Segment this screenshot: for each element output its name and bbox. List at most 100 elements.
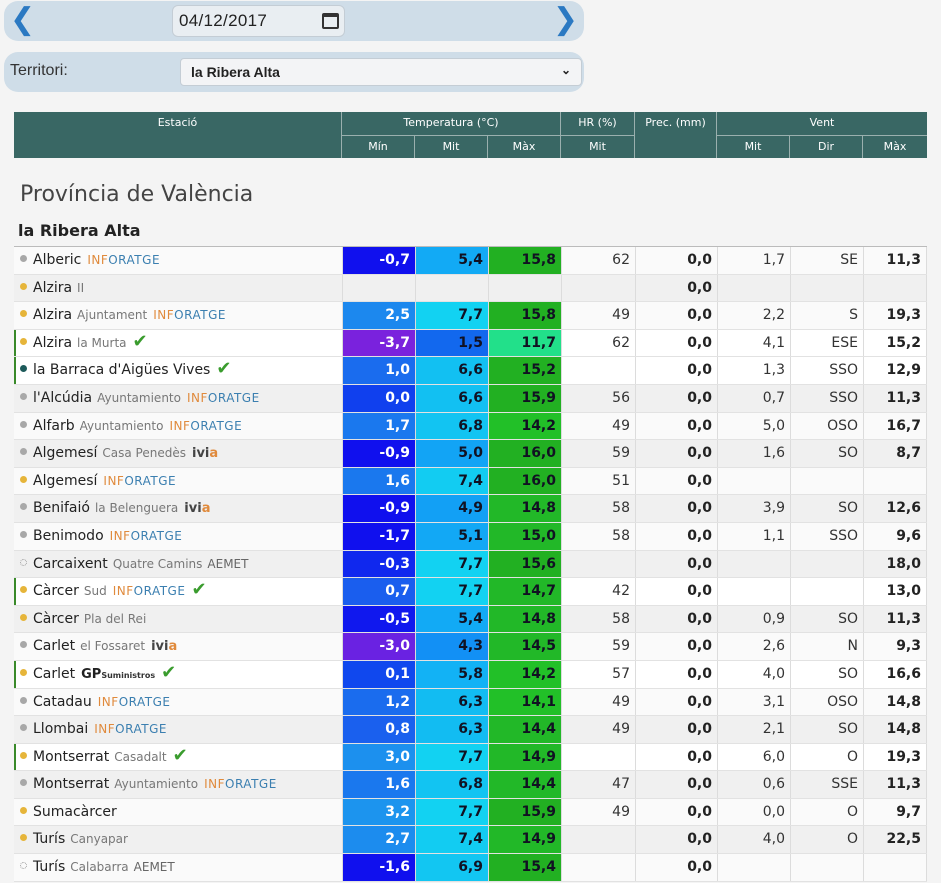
chevron-right-icon[interactable]: ❯	[553, 3, 578, 37]
station-name[interactable]: l'Alcúdia	[33, 390, 92, 406]
station-cell[interactable]: Alfarb Ayuntamiento INFORATGE	[14, 413, 342, 440]
station-name[interactable]: Benimodo	[33, 528, 104, 544]
humidity-cell: 49	[561, 716, 635, 743]
station-name[interactable]: Alzira	[33, 307, 72, 323]
temp-max-cell: 14,9	[488, 826, 561, 854]
table-row[interactable]: Benimodo INFORATGE -1,7 5,1 15,0 58 0,0 1,1 SSO 9…	[14, 522, 927, 551]
wind-max-cell: 16,7	[863, 412, 927, 440]
temp-min-cell: -3,0	[342, 633, 415, 660]
station-cell[interactable]: Càrcer Sud INFORATGE ✔	[14, 578, 342, 605]
wind-mean-cell: 0,7	[717, 384, 790, 412]
station-cell[interactable]: l'Alcúdia Ayuntamiento INFORATGE	[14, 385, 342, 412]
precipitation-cell: 0,0	[635, 716, 717, 743]
station-cell[interactable]: Montserrat Ayuntamiento INFORATGE	[14, 771, 342, 798]
humidity-cell: 57	[561, 660, 635, 688]
station-name[interactable]: Montserrat	[33, 749, 109, 765]
station-name[interactable]: Alfarb	[33, 418, 75, 434]
wind-direction-cell: O	[790, 798, 863, 826]
table-row[interactable]: Carlet el Fossaret ivia -3,0 4,3 14,5 59 0,0 2,6…	[14, 633, 927, 661]
station-name[interactable]: Algemesí	[33, 445, 97, 461]
table-row[interactable]: Alfarb Ayuntamiento INFORATGE 1,7 6,8 14,2 49 0…	[14, 412, 927, 441]
station-name[interactable]: Sumacàrcer	[33, 804, 117, 820]
check-icon: ✔	[132, 330, 148, 352]
table-row[interactable]: Algemesí INFORATGE 1,6 7,4 16,0 51 0,0	[14, 467, 927, 496]
station-cell[interactable]: Alzira II	[14, 275, 342, 302]
temp-max-cell: 14,9	[488, 743, 561, 771]
station-cell[interactable]: Turís Canyapar	[14, 826, 342, 853]
station-name[interactable]: Carcaixent	[33, 556, 108, 572]
station-cell[interactable]: Catadau INFORATGE	[14, 689, 342, 716]
station-name[interactable]: Alberic	[33, 252, 81, 268]
table-row[interactable]: Càrcer Sud INFORATGE ✔ 0,7 7,7 14,7 42 0,0 13,0	[14, 578, 927, 606]
inforatge-logo: INFORATGE	[153, 308, 226, 323]
station-cell[interactable]: Alzira la Murta ✔	[14, 330, 342, 357]
calendar-icon[interactable]	[322, 13, 339, 29]
table-row[interactable]: l'Alcúdia Ayuntamiento INFORATGE 0,0 6,6 15,9…	[14, 384, 927, 413]
temp-min-cell: 1,6	[342, 467, 415, 495]
territory-select[interactable]: la Ribera Alta ⌄	[180, 58, 582, 86]
chevron-left-icon[interactable]: ❮	[10, 3, 35, 37]
check-icon: ✔	[216, 358, 232, 380]
wind-max-cell: 14,8	[863, 716, 927, 743]
status-dot-icon	[20, 668, 27, 676]
precipitation-cell: 0,0	[635, 798, 717, 826]
temp-mit-cell: 5,0	[415, 440, 488, 467]
station-name[interactable]: Montserrat	[33, 776, 109, 792]
station-name[interactable]: Benifaió	[33, 500, 90, 516]
status-dot-icon	[20, 806, 27, 814]
table-row[interactable]: Catadau INFORATGE 1,2 6,3 14,1 49 0,0 3,1 OSO 14,…	[14, 688, 927, 717]
station-subname: Sud	[83, 584, 107, 599]
station-subname: Ajuntament	[77, 308, 148, 323]
station-name[interactable]: Turís	[33, 831, 65, 847]
station-cell[interactable]: Sumacàrcer	[14, 799, 342, 826]
station-name[interactable]: Llombai	[33, 721, 88, 737]
station-name[interactable]: Alzira	[33, 280, 72, 296]
station-name[interactable]: Càrcer	[33, 583, 79, 599]
station-name[interactable]: Algemesí	[33, 473, 97, 489]
table-row[interactable]: Càrcer Pla del Rei -0,5 5,4 14,8 58 0,0 0,9 SO 11…	[14, 605, 927, 634]
table-row[interactable]: Montserrat Casadalt ✔ 3,0 7,7 14,9 0,0 6,0 O 19,3	[14, 743, 927, 772]
date-input[interactable]: 04/12/2017	[172, 5, 345, 37]
table-row[interactable]: Benifaió la Belenguera ivia -0,9 4,9 14,8 58 0,…	[14, 495, 927, 523]
station-cell[interactable]: Alberic INFORATGE	[14, 247, 342, 274]
table-row[interactable]: Alzira la Murta ✔ -3,7 1,5 11,7 62 0,0 4,1 ESE 15,…	[14, 329, 927, 358]
temp-max-cell: 14,8	[488, 495, 561, 522]
station-cell[interactable]: Alzira Ajuntament INFORATGE	[14, 302, 342, 329]
station-cell[interactable]: Benimodo INFORATGE	[14, 523, 342, 550]
temp-mit-cell: 7,4	[415, 467, 488, 495]
humidity-cell: 56	[561, 384, 635, 412]
table-row[interactable]: Alzira II 0,0	[14, 274, 927, 303]
station-name[interactable]: Càrcer	[33, 611, 79, 627]
table-row[interactable]: Sumacàrcer 3,2 7,7 15,9 49 0,0 0,0 O 9,7	[14, 798, 927, 827]
station-name[interactable]: Carlet	[33, 666, 75, 682]
station-cell[interactable]: Montserrat Casadalt ✔	[14, 744, 342, 771]
table-row[interactable]: Alzira Ajuntament INFORATGE 2,5 7,7 15,8 49 0,0…	[14, 302, 927, 330]
station-cell[interactable]: la Barraca d'Aigües Vives ✔	[14, 357, 342, 384]
station-name[interactable]: la Barraca d'Aigües Vives	[33, 362, 210, 378]
wind-max-cell: 12,6	[863, 495, 927, 522]
station-cell[interactable]: Càrcer Pla del Rei	[14, 606, 342, 633]
station-name[interactable]: Turís	[33, 859, 65, 875]
humidity-cell: 58	[561, 495, 635, 522]
table-row[interactable]: Montserrat Ayuntamiento INFORATGE 1,6 6,8 14,…	[14, 771, 927, 799]
station-subname: Calabarra	[70, 860, 129, 875]
station-cell[interactable]: Carlet el Fossaret ivia	[14, 633, 342, 660]
table-row[interactable]: Llombai INFORATGE 0,8 6,3 14,4 49 0,0 2,1 SO 14,8	[14, 716, 927, 744]
station-name[interactable]: Catadau	[33, 694, 92, 710]
station-cell[interactable]: Algemesí Casa Penedès ivia	[14, 440, 342, 467]
station-cell[interactable]: Algemesí INFORATGE	[14, 468, 342, 495]
table-row[interactable]: Carcaixent Quatre Camins AEMET -0,3 7,7 15,6 0…	[14, 550, 927, 579]
table-row[interactable]: Algemesí Casa Penedès ivia -0,9 5,0 16,0 59 0,0…	[14, 440, 927, 468]
station-name[interactable]: Alzira	[33, 335, 72, 351]
station-name[interactable]: Carlet	[33, 638, 75, 654]
station-cell[interactable]: Benifaió la Belenguera ivia	[14, 495, 342, 522]
station-cell[interactable]: Turís Calabarra AEMET	[14, 854, 342, 881]
station-cell[interactable]: Carlet GPSuministros ✔	[14, 661, 342, 688]
table-row[interactable]: Turís Canyapar 2,7 7,4 14,9 0,0 4,0 O 22,5	[14, 826, 927, 855]
station-cell[interactable]: Llombai INFORATGE	[14, 716, 342, 743]
table-row[interactable]: Carlet GPSuministros ✔ 0,1 5,8 14,2 57 0,0 4,0 SO…	[14, 660, 927, 689]
table-row[interactable]: Turís Calabarra AEMET -1,6 6,9 15,4 0,0	[14, 854, 927, 882]
station-cell[interactable]: Carcaixent Quatre Camins AEMET	[14, 551, 342, 578]
table-row[interactable]: Alberic INFORATGE -0,7 5,4 15,8 62 0,0 1,7 SE 11,…	[14, 247, 927, 275]
table-row[interactable]: la Barraca d'Aigües Vives ✔ 1,0 6,6 15,2 0,0 1…	[14, 357, 927, 385]
